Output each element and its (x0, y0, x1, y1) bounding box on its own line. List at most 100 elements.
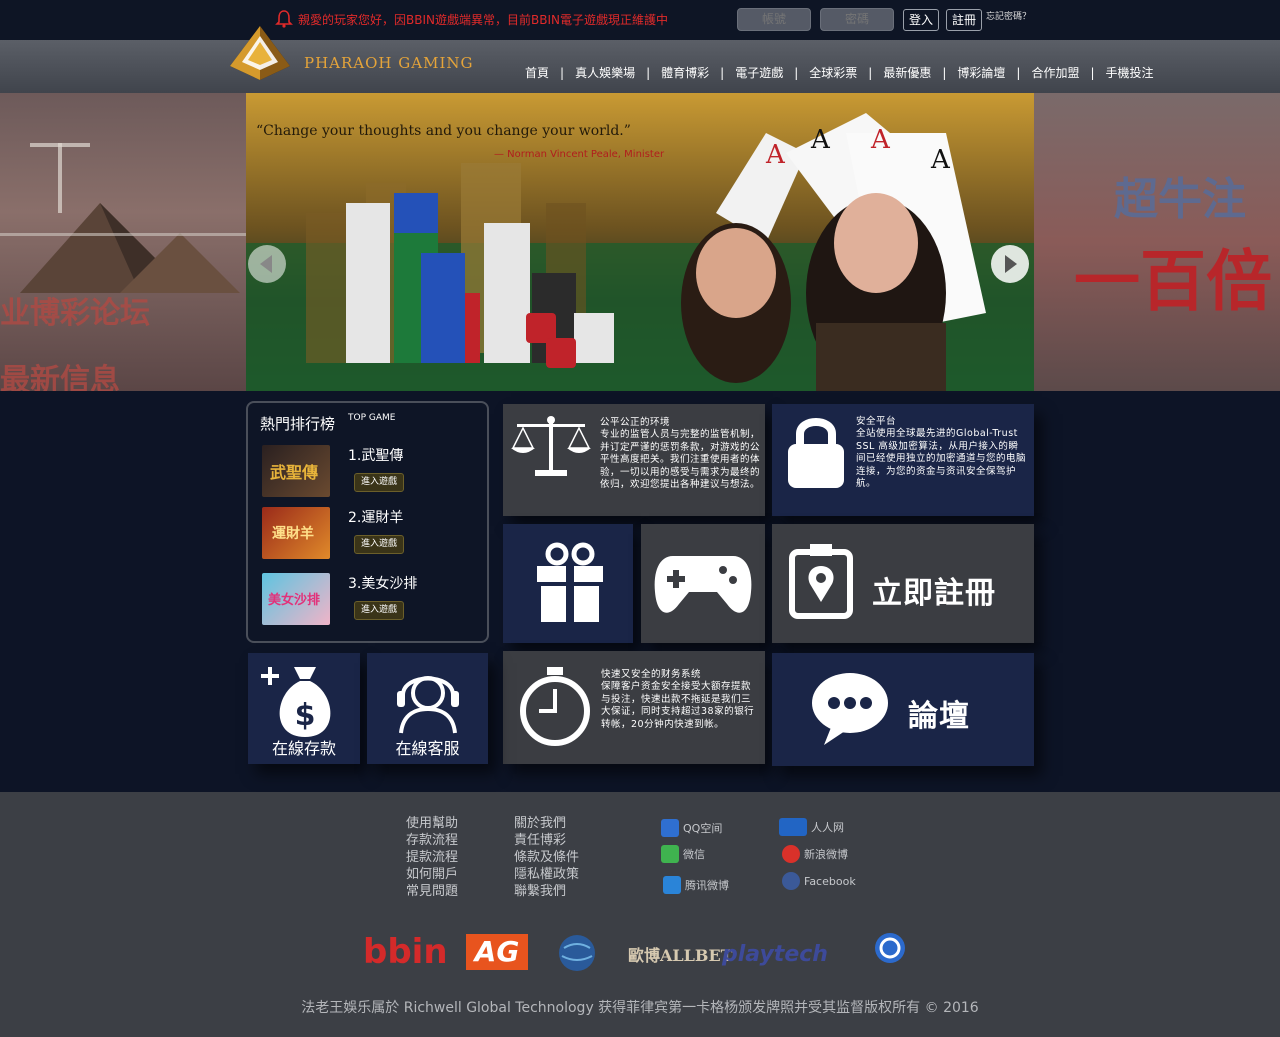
footer-link-deposit-process[interactable]: 存款流程 (406, 832, 458, 849)
game-name: 3.美女沙排 (348, 576, 418, 592)
notice-text: 親愛的玩家您好，因BBIN遊戲端異常，目前BBIN電子遊戲現正維護中 (298, 12, 668, 27)
partner-logo-playtech: playtech (722, 942, 828, 967)
footer-help-links: 使用幫助 存款流程 提款流程 如何開戶 常見問題 (406, 815, 458, 900)
top-bar: 親愛的玩家您好，因BBIN遊戲端異常，目前BBIN電子遊戲現正維護中 登入 註冊… (0, 0, 1280, 40)
game-thumbnail[interactable]: 美女沙排 (262, 573, 330, 625)
social-label: Facebook (804, 874, 856, 888)
partner-logo-globe-icon (559, 935, 595, 971)
banner-main-slide: A A A A “Change your thoughts and you ch… (246, 93, 1034, 391)
games-tile[interactable] (641, 524, 765, 643)
customer-service-tile[interactable]: 在線客服 (367, 653, 488, 764)
banner-quote-author: — Norman Vincent Peale, Minister (494, 149, 665, 160)
forgot-password-link[interactable]: 忘記密碼？ (986, 9, 1031, 22)
nav-item-mobile[interactable]: 手機投注 (1095, 64, 1165, 81)
partner-logo-circle-icon (875, 933, 905, 963)
partner-logo-allbet: 歐博ALLBET (628, 946, 733, 965)
banner-right-text: 一百倍 (1074, 243, 1272, 320)
pyramid-illustration (0, 143, 246, 293)
copyright-text: 法老王娛乐属於 Richwell Global Technology 获得菲律宾… (301, 1000, 979, 1016)
nav-item-slots[interactable]: 電子遊戲 (724, 64, 794, 81)
social-link-renren[interactable]: 人人网 (779, 818, 844, 836)
ranking-title: 熱門排行榜 (260, 415, 336, 433)
svg-text:A: A (870, 125, 891, 155)
chevron-left-icon (260, 255, 272, 273)
forum-tile[interactable]: 論壇 (772, 653, 1034, 766)
enter-game-button[interactable]: 進入遊戲 (354, 601, 404, 620)
footer-link-withdraw-process[interactable]: 提款流程 (406, 849, 458, 866)
social-link-facebook[interactable]: Facebook (782, 872, 856, 890)
secure-title: 安全平台 (856, 416, 897, 427)
finance-system-tile: 快速又安全的财务系统 保障客户资金安全接受大额存提款与投注，快速出款不拖延是我们… (503, 651, 765, 764)
svg-text:A: A (810, 125, 831, 155)
footer-link-open-account[interactable]: 如何開戶 (406, 866, 458, 883)
login-button[interactable]: 登入 (903, 9, 940, 31)
nav-item-home[interactable]: 首頁 (514, 64, 560, 81)
footer-link-responsible-gaming[interactable]: 責任博彩 (514, 832, 579, 849)
nav-item-affiliate[interactable]: 合作加盟 (1020, 64, 1090, 81)
nav-item-live-casino[interactable]: 真人娛樂場 (564, 64, 646, 81)
finance-description: 保障客户资金安全接受大额存提款与投注，快速出款不拖延是我们三大保证，同时支持超过… (601, 681, 755, 730)
gamepad-icon (654, 556, 752, 613)
wechat-icon (661, 845, 679, 863)
social-link-qzone[interactable]: QQ空间 (661, 819, 722, 837)
game-name: 2.運財羊 (348, 510, 404, 526)
tencent-weibo-icon (663, 876, 681, 894)
account-input[interactable] (737, 8, 811, 31)
register-now-label: 立即註冊 (872, 576, 996, 611)
game-thumbnail-title: 武聖傳 (270, 463, 319, 482)
headset-support-icon (397, 676, 459, 734)
footer-link-help[interactable]: 使用幫助 (406, 815, 458, 832)
chat-bubble-icon (812, 673, 888, 745)
nav-item-promotions[interactable]: 最新優惠 (872, 64, 942, 81)
game-thumbnail[interactable]: 武聖傳 (262, 445, 330, 497)
fair-description: 专业的监管人员与完整的监管机制，并订定严谨的惩罚条款，对游戏的公平性高度把关。我… (600, 429, 761, 490)
social-label: 人人网 (811, 821, 844, 834)
social-label: 新浪微博 (804, 848, 848, 861)
qzone-icon (661, 819, 679, 837)
svg-text:A: A (765, 140, 786, 170)
partner-logo-bbin: bbin (363, 932, 448, 972)
nav-item-forum[interactable]: 博彩論壇 (946, 64, 1016, 81)
online-deposit-tile[interactable]: $ 在線存款 (248, 653, 360, 764)
social-label: QQ空间 (683, 822, 723, 835)
partner-logo-ag: AG (466, 934, 528, 970)
footer-link-terms[interactable]: 條款及條件 (514, 849, 579, 866)
password-input[interactable] (820, 8, 894, 31)
online-deposit-label: 在線存款 (271, 739, 336, 758)
footer-link-privacy[interactable]: 隱私權政策 (514, 866, 579, 883)
ranking-subtitle: TOP GAME (348, 413, 396, 423)
footer-link-about-us[interactable]: 關於我們 (514, 815, 579, 832)
nav-item-sports[interactable]: 體育博彩 (650, 64, 720, 81)
svg-text:$: $ (295, 698, 316, 733)
footer-link-contact[interactable]: 聯繫我們 (514, 883, 579, 900)
game-thumbnail-title: 美女沙排 (268, 593, 321, 608)
hero-banner: 业博彩论坛 最新信息 超牛注 一百倍 A A A A “Change your … (0, 93, 1280, 391)
gift-icon (537, 542, 603, 622)
register-button[interactable]: 註冊 (946, 9, 983, 31)
top-game-ranking: 熱門排行榜 TOP GAME 武聖傳 1.武聖傳 進入遊戲 運財羊 2.運財羊 … (246, 401, 489, 643)
banner-right-text: 超牛注 (1114, 174, 1246, 225)
banner-next-button[interactable] (991, 245, 1029, 283)
pyramid-logo-icon[interactable] (228, 22, 292, 82)
promotions-tile[interactable] (503, 524, 633, 643)
banner-prev-button[interactable] (248, 245, 286, 283)
stopwatch-icon (520, 667, 590, 746)
footer-link-faq[interactable]: 常見問題 (406, 883, 458, 900)
social-link-wechat[interactable]: 微信 (661, 845, 705, 863)
nav-item-lottery[interactable]: 全球彩票 (798, 64, 868, 81)
game-thumbnail[interactable]: 運財羊 (262, 507, 330, 559)
register-now-tile[interactable]: 立即註冊 (772, 524, 1034, 643)
social-link-tencent-weibo[interactable]: 腾讯微博 (663, 876, 729, 894)
maintenance-notice: 親愛的玩家您好，因BBIN遊戲端異常，目前BBIN電子遊戲現正維護中 (274, 9, 668, 29)
banner-right-slide: 超牛注 一百倍 (1034, 93, 1280, 391)
ranking-item: 美女沙排 3.美女沙排 進入遊戲 (262, 573, 477, 628)
secure-description: 全站使用全球最先进的Global-Trust SSL 高级加密算法，从用户接入的… (856, 428, 1027, 489)
footer-about-links: 關於我們 責任博彩 條款及條件 隱私權政策 聯繫我們 (514, 815, 579, 900)
social-link-sina-weibo[interactable]: 新浪微博 (782, 845, 848, 863)
chevron-right-icon (1005, 255, 1017, 273)
enter-game-button[interactable]: 進入遊戲 (354, 535, 404, 554)
money-bag-icon: $ (261, 667, 331, 737)
enter-game-button[interactable]: 進入遊戲 (354, 473, 404, 492)
scale-icon (511, 416, 591, 476)
sina-weibo-icon (782, 845, 800, 863)
